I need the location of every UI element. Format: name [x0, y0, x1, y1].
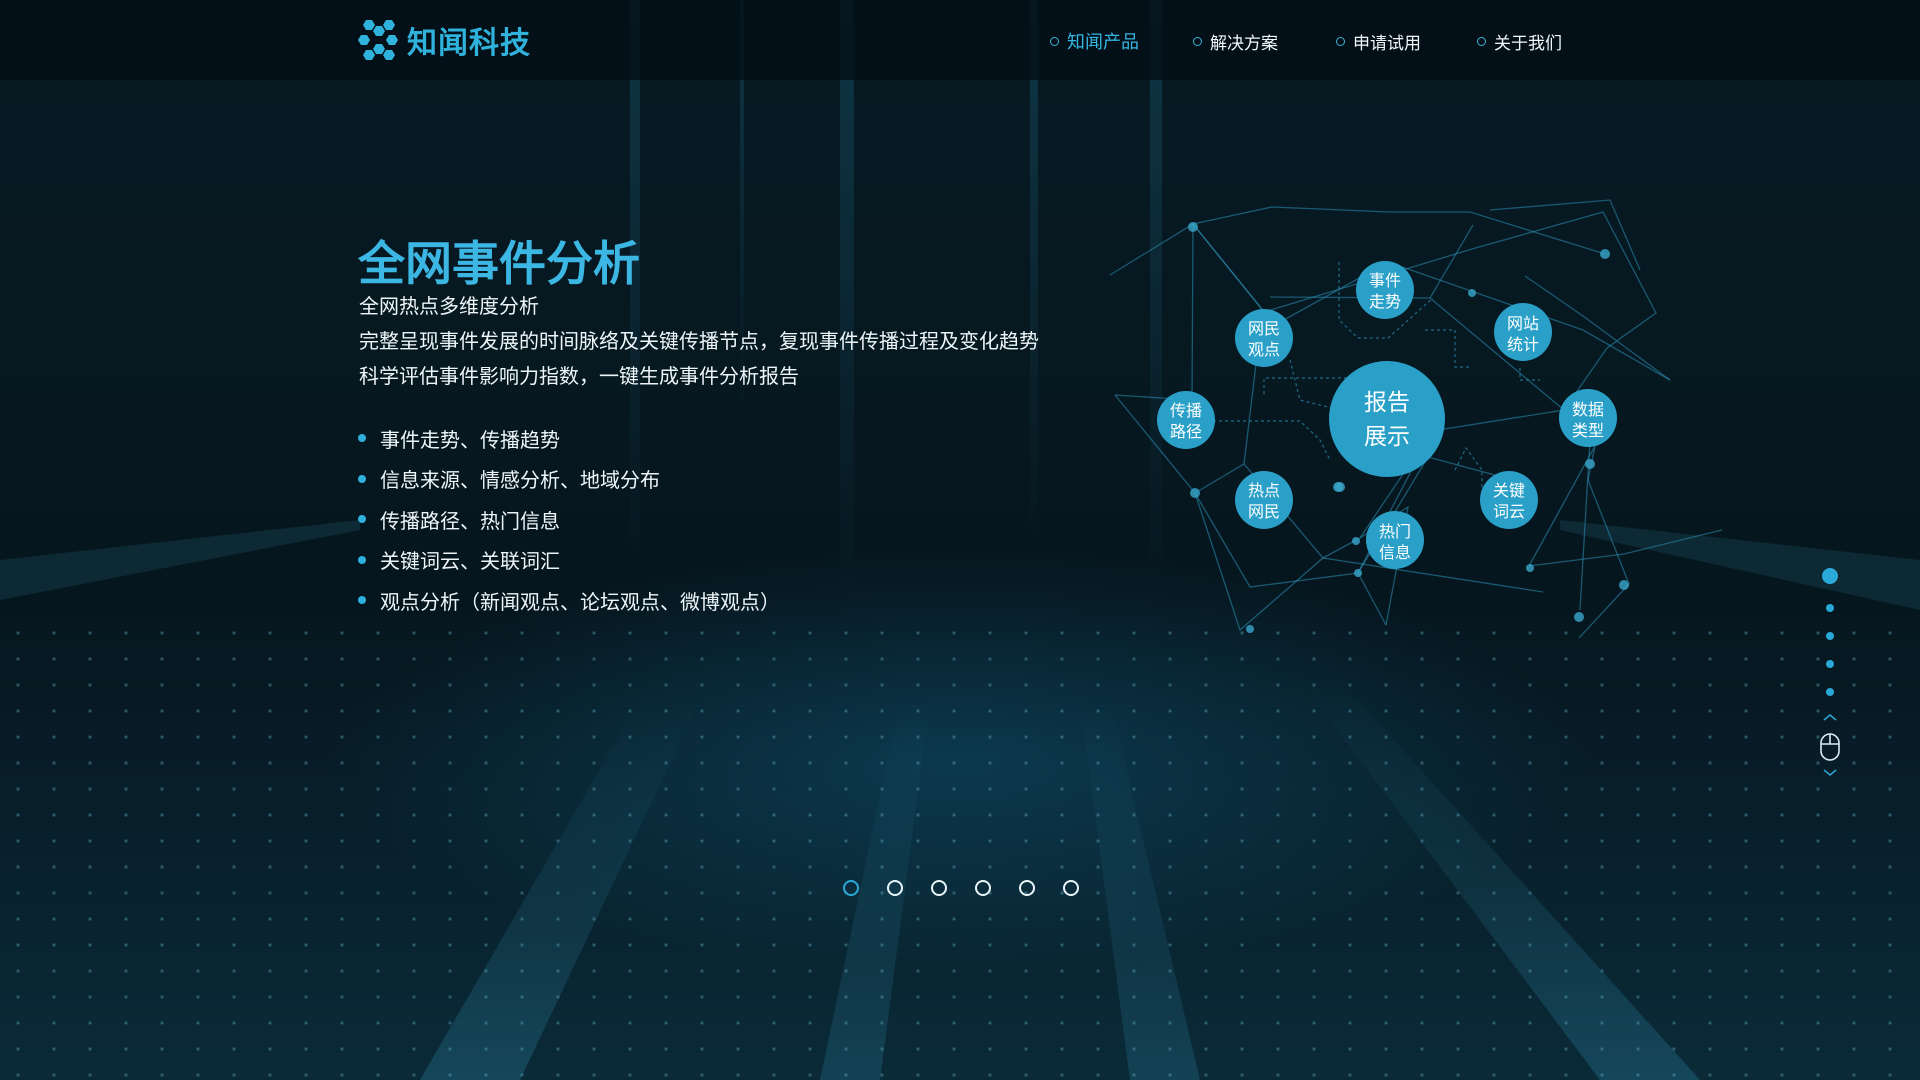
node-label: 走势 [1369, 292, 1401, 311]
node-label: 热门 [1379, 522, 1411, 541]
diagram-nodes: 报告 展示 事件 走势 网站 统计 数据 类型 关键 词云 热门 信息 热点 网… [1157, 261, 1617, 569]
node-label: 数据 [1572, 400, 1604, 419]
side-page-dot-active[interactable] [1822, 568, 1838, 584]
node-label: 观点 [1248, 340, 1280, 359]
node-label: 词云 [1493, 502, 1525, 521]
report-network-diagram: 报告 展示 事件 走势 网站 统计 数据 类型 关键 词云 热门 信息 热点 网… [1109, 199, 1723, 639]
node-label: 传播 [1170, 401, 1202, 420]
carousel-pagination [840, 880, 1080, 900]
side-page-dot[interactable] [1826, 688, 1834, 696]
node-label: 关键 [1493, 481, 1525, 500]
node-label: 网站 [1507, 314, 1539, 333]
carousel-dot[interactable] [887, 880, 903, 896]
side-page-dot[interactable] [1826, 604, 1834, 612]
node-label: 统计 [1507, 335, 1539, 354]
page-stage: 知闻科技 知闻产品 解决方案 申请试用 关于我们 全网事件分析 全网热点多维度分… [0, 0, 1920, 1080]
carousel-dot-active[interactable] [843, 880, 859, 896]
node-label: 热点 [1248, 481, 1280, 500]
node-label: 类型 [1572, 421, 1604, 440]
mouse-scroll-icon[interactable] [1818, 712, 1842, 782]
carousel-dot[interactable] [1063, 880, 1079, 896]
side-page-dot[interactable] [1826, 660, 1834, 668]
carousel-dot[interactable] [931, 880, 947, 896]
center-node-label: 报告 [1364, 390, 1410, 416]
node-label: 网民 [1248, 502, 1280, 521]
node-label: 路径 [1170, 422, 1202, 441]
carousel-dot[interactable] [975, 880, 991, 896]
center-node [1329, 361, 1445, 477]
center-node-label: 展示 [1364, 424, 1410, 450]
node-label: 事件 [1369, 271, 1401, 290]
node-label: 信息 [1379, 543, 1411, 562]
node-label: 网民 [1248, 319, 1280, 338]
side-page-dot[interactable] [1826, 632, 1834, 640]
carousel-dot[interactable] [1019, 880, 1035, 896]
